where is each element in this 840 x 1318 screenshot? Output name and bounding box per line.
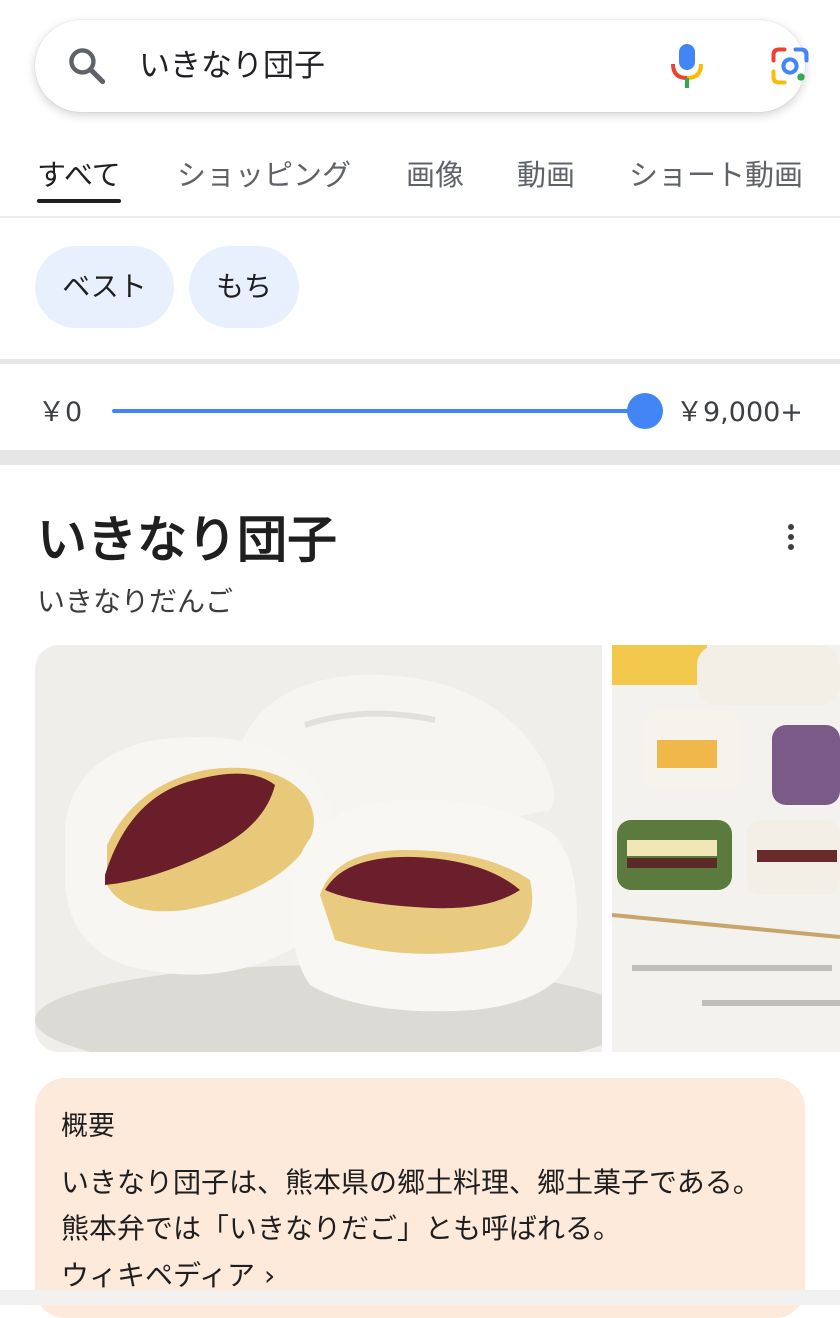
tab-videos[interactable]: 動画 bbox=[517, 152, 575, 194]
search-icon[interactable] bbox=[65, 44, 109, 88]
more-vert-icon[interactable] bbox=[776, 520, 806, 556]
tab-images[interactable]: 画像 bbox=[406, 152, 464, 194]
knowledge-panel-reading: いきなりだんご bbox=[37, 585, 234, 618]
search-bar[interactable]: いきなり団子 bbox=[35, 20, 809, 112]
knowledge-panel-title: いきなり団子 bbox=[37, 511, 337, 569]
price-filter: ￥0 ￥9,000+ bbox=[0, 364, 840, 450]
overview-text: いきなり団子は、熊本県の郷土料理、郷土菓子である。 熊本弁では「いきなりだご」と… bbox=[61, 1166, 761, 1245]
tab-short-videos[interactable]: ショート動画 bbox=[629, 152, 803, 194]
chip-mochi[interactable]: もち bbox=[189, 246, 299, 328]
price-slider-track[interactable] bbox=[112, 409, 646, 413]
assorted-dango-photo[interactable] bbox=[612, 645, 840, 1052]
search-tabs: すべて ショッピング 画像 動画 ショート動画 bbox=[0, 140, 840, 218]
overview-card: 概要 いきなり団子は、熊本県の郷土料理、郷土菓子である。 熊本弁では「いきなりだ… bbox=[35, 1078, 805, 1318]
tab-all[interactable]: すべて bbox=[37, 152, 121, 203]
price-min-label: ￥0 bbox=[38, 397, 83, 428]
microphone-icon[interactable] bbox=[667, 42, 707, 90]
overview-heading: 概要 bbox=[61, 1111, 115, 1142]
google-lens-icon[interactable] bbox=[768, 44, 812, 88]
dango-photo[interactable] bbox=[35, 645, 602, 1052]
section-divider bbox=[0, 450, 840, 465]
price-slider-thumb[interactable] bbox=[627, 393, 663, 429]
tab-shopping[interactable]: ショッピング bbox=[177, 152, 351, 194]
search-input[interactable]: いきなり団子 bbox=[139, 44, 325, 88]
bottom-bar bbox=[0, 1290, 840, 1305]
chip-best[interactable]: ベスト bbox=[35, 246, 174, 328]
price-max-label: ￥9,000+ bbox=[676, 397, 803, 428]
wikipedia-link[interactable]: ウィキペディア › bbox=[61, 1254, 275, 1294]
